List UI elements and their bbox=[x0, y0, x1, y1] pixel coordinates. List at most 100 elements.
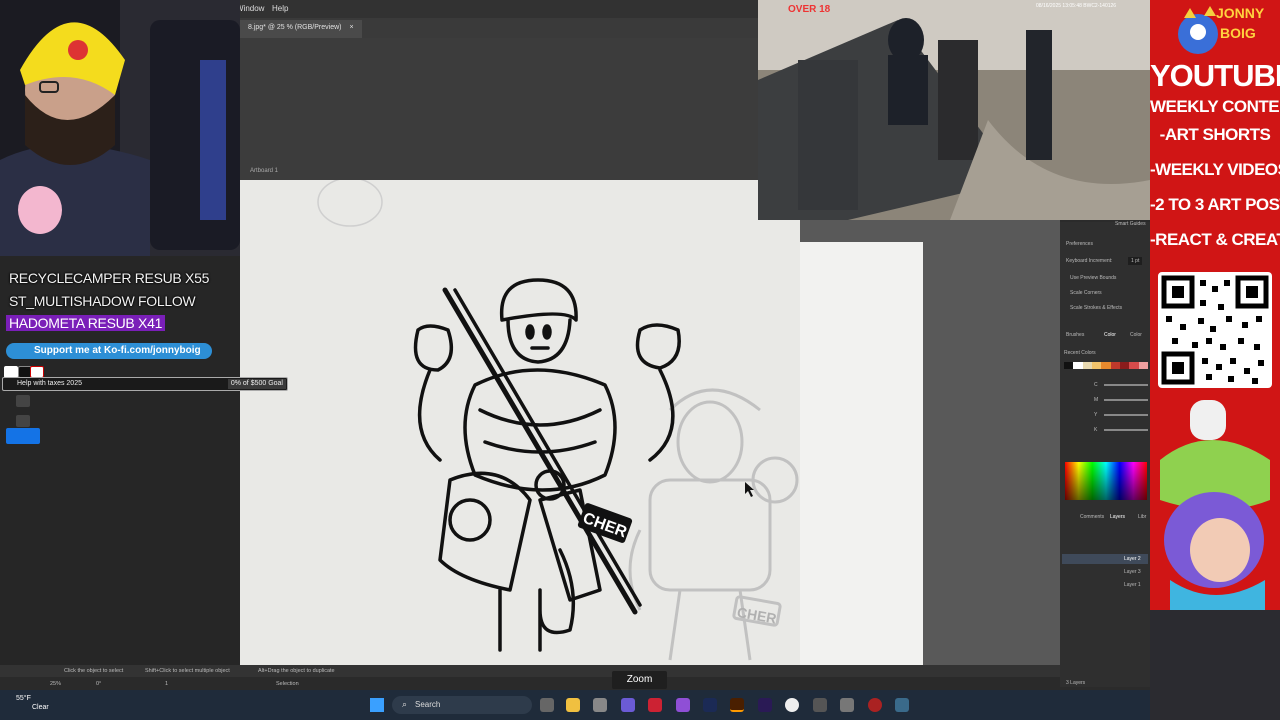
keyboard-increment-label: Keyboard Increment: bbox=[1066, 258, 1113, 264]
chat-line-2: ST_MULTISHADOW FOLLOW bbox=[9, 293, 196, 309]
more-tools-icon[interactable] bbox=[16, 415, 30, 427]
tab-comments[interactable]: Comments bbox=[1080, 514, 1104, 520]
premiere-icon[interactable] bbox=[758, 698, 772, 712]
cmyk-m-label: M bbox=[1094, 397, 1099, 403]
edit-toolbar-icon[interactable] bbox=[6, 428, 40, 444]
obs-icon[interactable] bbox=[868, 698, 882, 712]
swatch[interactable] bbox=[1110, 362, 1120, 369]
app-icon[interactable] bbox=[676, 698, 690, 712]
swatch[interactable] bbox=[1138, 362, 1148, 369]
illustrator-icon[interactable] bbox=[730, 698, 744, 712]
preferences-heading: Preferences bbox=[1066, 241, 1093, 247]
webcam-feed bbox=[0, 0, 240, 256]
layer-row[interactable]: Layer 3 bbox=[1062, 567, 1148, 577]
app-icon[interactable] bbox=[895, 698, 909, 712]
weather-widget[interactable]: 55°F Clear bbox=[16, 694, 49, 712]
status-bar: Click the object to select Shift+Click t… bbox=[0, 665, 1060, 677]
tab-brushes[interactable]: Brushes bbox=[1066, 332, 1084, 338]
character-sketch: CHER CHER bbox=[317, 180, 799, 661]
document-tab[interactable]: 8.jpg* @ 25 % (RGB/Preview) × bbox=[240, 20, 362, 38]
checkbox-preview-bounds[interactable]: Use Preview Bounds bbox=[1070, 275, 1116, 281]
app-icon[interactable] bbox=[813, 698, 827, 712]
checkbox-scale-strokes[interactable]: Scale Strokes & Effects bbox=[1070, 305, 1122, 311]
cmyk-k-label: K bbox=[1094, 427, 1098, 433]
search-icon: ⌕ bbox=[402, 699, 408, 709]
pasteboard bbox=[240, 38, 760, 180]
cmyk-c-label: C bbox=[1094, 382, 1098, 388]
slider-m[interactable] bbox=[1104, 399, 1148, 401]
swatch[interactable] bbox=[1091, 362, 1102, 369]
task-view-icon[interactable] bbox=[540, 698, 554, 712]
promo-line: -ART SHORTS bbox=[1159, 125, 1271, 144]
smart-guides-label: Smart Guides bbox=[1115, 221, 1146, 227]
status-hint-multi: Shift+Click to select multiple object bbox=[145, 668, 230, 674]
youtube-panel: JONNY BOIG YOUTUBE WEEKLY CONTENT -ART S… bbox=[1150, 0, 1280, 720]
promo-line: -2 TO 3 ART POST bbox=[1150, 195, 1280, 214]
main-sketch bbox=[413, 278, 681, 652]
photoshop-icon[interactable] bbox=[703, 698, 717, 712]
slider-c[interactable] bbox=[1104, 384, 1148, 386]
status-hint-duplicate: Alt+Drag the object to duplicate bbox=[258, 668, 335, 674]
settings-icon[interactable] bbox=[593, 698, 607, 712]
qr-code[interactable] bbox=[1158, 272, 1272, 388]
search-placeholder: Search bbox=[415, 700, 441, 709]
zoom-tooltip: Zoom bbox=[612, 671, 667, 689]
promo-line: WEEKLY CONTENT bbox=[1150, 97, 1280, 116]
swatch[interactable] bbox=[1119, 362, 1130, 369]
brand-top: JONNY bbox=[1216, 5, 1265, 21]
app-icon[interactable] bbox=[840, 698, 854, 712]
layer-row[interactable]: Layer 1 bbox=[1062, 580, 1148, 590]
swatch[interactable] bbox=[1129, 362, 1139, 369]
artboard-tool-icon[interactable] bbox=[16, 395, 30, 407]
promo-line: -REACT & CREATE bbox=[1150, 230, 1280, 249]
chat-line-3: HADOMETA RESUB X41 bbox=[6, 315, 166, 331]
mascot-illustration bbox=[1150, 400, 1280, 720]
properties-panel: Smart Guides Preferences Keyboard Increm… bbox=[1060, 221, 1150, 687]
artboard-number[interactable]: 1 bbox=[165, 681, 168, 687]
close-tab-icon[interactable]: × bbox=[349, 24, 353, 31]
zoom-row: 25% 0° 1 Selection bbox=[0, 677, 1060, 690]
keyboard-increment-field[interactable]: 1 pt bbox=[1128, 257, 1143, 265]
chat-line-1: RECYCLECAMPER RESUB X55 bbox=[9, 270, 210, 286]
goal-label: Help with taxes 2025 bbox=[17, 380, 82, 387]
checkbox-scale-corners[interactable]: Scale Corners bbox=[1070, 290, 1102, 296]
menu-window[interactable]: Window bbox=[236, 4, 264, 13]
goal-value: 0% of $500 Goal bbox=[230, 380, 283, 387]
tab-color[interactable]: Color bbox=[1104, 332, 1116, 338]
swatch[interactable] bbox=[1082, 362, 1092, 369]
kofi-banner[interactable]: Support me at Ko-fi.com/jonnyboig bbox=[6, 343, 212, 359]
promo-line: -WEEKLY VIDEOS bbox=[1150, 160, 1280, 179]
document-tab-label: 8.jpg* @ 25 % (RGB/Preview) bbox=[248, 24, 342, 31]
recent-colors-label: Recent Colors bbox=[1064, 350, 1096, 356]
tab-libraries[interactable]: Libr bbox=[1138, 514, 1146, 520]
swatch[interactable] bbox=[1073, 362, 1083, 369]
donation-goal: Help with taxes 2025 0% of $500 Goal bbox=[2, 377, 288, 391]
swatch[interactable] bbox=[1101, 362, 1111, 369]
chrome-icon[interactable] bbox=[785, 698, 799, 712]
tab-color-guide[interactable]: Color bbox=[1130, 332, 1142, 338]
canvas[interactable]: CHER CHER bbox=[240, 180, 1060, 665]
swatch[interactable] bbox=[1064, 362, 1074, 369]
brand-bottom: BOIG bbox=[1220, 25, 1256, 41]
rotation-value[interactable]: 0° bbox=[96, 681, 101, 687]
artboard-label: Artboard 1 bbox=[250, 168, 279, 174]
menu-help[interactable]: Help bbox=[272, 4, 288, 13]
layer-name: Layer 2 bbox=[1124, 556, 1141, 562]
color-spectrum-shade bbox=[1065, 462, 1147, 500]
slider-k[interactable] bbox=[1104, 429, 1148, 431]
zoom-level[interactable]: 25% bbox=[50, 681, 61, 687]
video-timestamp: 08/16/2025 13:05:48 BWC2-140126 bbox=[1036, 3, 1117, 9]
file-explorer-icon[interactable] bbox=[566, 698, 580, 712]
tab-layers[interactable]: Layers bbox=[1110, 514, 1125, 520]
discord-icon[interactable] bbox=[621, 698, 635, 712]
app-icon[interactable] bbox=[648, 698, 662, 712]
video-frame bbox=[758, 0, 1150, 220]
layer-name: Layer 1 bbox=[1124, 582, 1141, 588]
start-button-icon[interactable] bbox=[370, 698, 384, 712]
layer-name: Layer 3 bbox=[1124, 569, 1141, 575]
layer-row[interactable]: Layer 2 bbox=[1062, 554, 1148, 564]
streamer-image bbox=[0, 0, 240, 256]
taskbar-search[interactable]: ⌕ Search bbox=[392, 696, 532, 714]
slider-y[interactable] bbox=[1104, 414, 1148, 416]
video-badge: OVER 18 bbox=[788, 4, 831, 15]
